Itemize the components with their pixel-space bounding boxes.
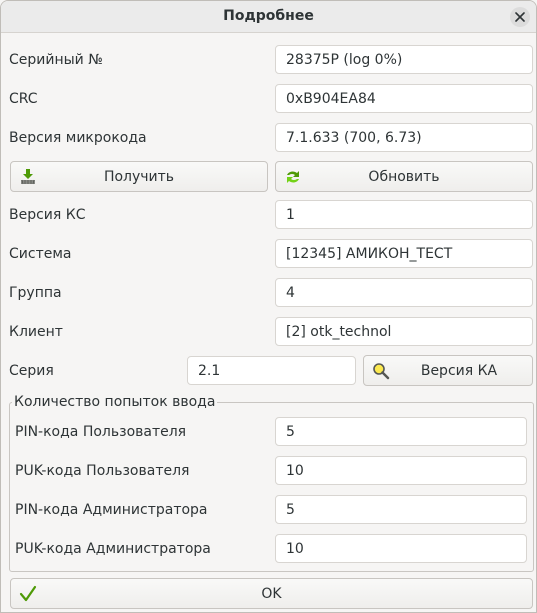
puk-user-field[interactable]: 10	[275, 456, 527, 485]
pin-user-label: PIN-кода Пользователя	[15, 424, 187, 440]
ok-button[interactable]: OK	[10, 578, 533, 609]
puk-admin-label: PUK-кода Администратора	[15, 541, 211, 557]
download-basket-icon	[21, 169, 35, 185]
close-button[interactable]	[510, 7, 530, 27]
pin-admin-field[interactable]: 5	[275, 495, 527, 524]
firmware-field[interactable]: 7.1.633 (700, 6.73)	[275, 123, 533, 152]
client-label: Клиент	[9, 324, 63, 340]
attempts-group-title: Количество попыток ввода	[12, 393, 218, 411]
crc-field[interactable]: 0xB904EA84	[275, 84, 533, 113]
client-field[interactable]: [2] otk_technol	[275, 317, 533, 346]
ok-button-label: OK	[261, 585, 282, 602]
get-button[interactable]: Получить	[10, 161, 268, 192]
update-button[interactable]: Обновить	[275, 161, 533, 192]
group-label: Группа	[9, 285, 62, 301]
series-field[interactable]: 2.1	[187, 356, 356, 385]
group-field[interactable]: 4	[275, 278, 533, 307]
window-title: Подробнее	[223, 8, 314, 24]
ks-version-label: Версия КС	[9, 207, 86, 223]
ka-version-button[interactable]: Версия КА	[363, 355, 533, 386]
system-label: Система	[9, 246, 72, 262]
puk-user-label: PUK-кода Пользователя	[15, 463, 190, 479]
system-field[interactable]: [12345] АМИКОН_ТЕСТ	[275, 239, 533, 268]
puk-admin-field[interactable]: 10	[275, 534, 527, 563]
serial-label: Серийный №	[9, 52, 103, 68]
ka-version-button-label: Версия КА	[420, 362, 498, 379]
magnifier-icon	[373, 363, 390, 380]
update-button-label: Обновить	[368, 168, 440, 185]
get-button-label: Получить	[103, 168, 175, 185]
pin-admin-label: PIN-кода Администратора	[15, 502, 208, 518]
crc-label: CRC	[9, 91, 38, 107]
refresh-arrows-icon	[287, 171, 299, 183]
series-label: Серия	[9, 363, 54, 379]
serial-field[interactable]: 28375P (log 0%)	[275, 45, 533, 74]
close-icon	[515, 12, 525, 22]
pin-user-field[interactable]: 5	[275, 417, 527, 446]
details-dialog: Подробнее Серийный № 28375P (log 0%) CRC…	[0, 0, 537, 613]
ks-version-field[interactable]: 1	[275, 200, 533, 229]
checkmark-icon	[19, 585, 37, 602]
firmware-label: Версия микрокода	[9, 130, 147, 146]
title-bar: Подробнее	[1, 1, 536, 33]
